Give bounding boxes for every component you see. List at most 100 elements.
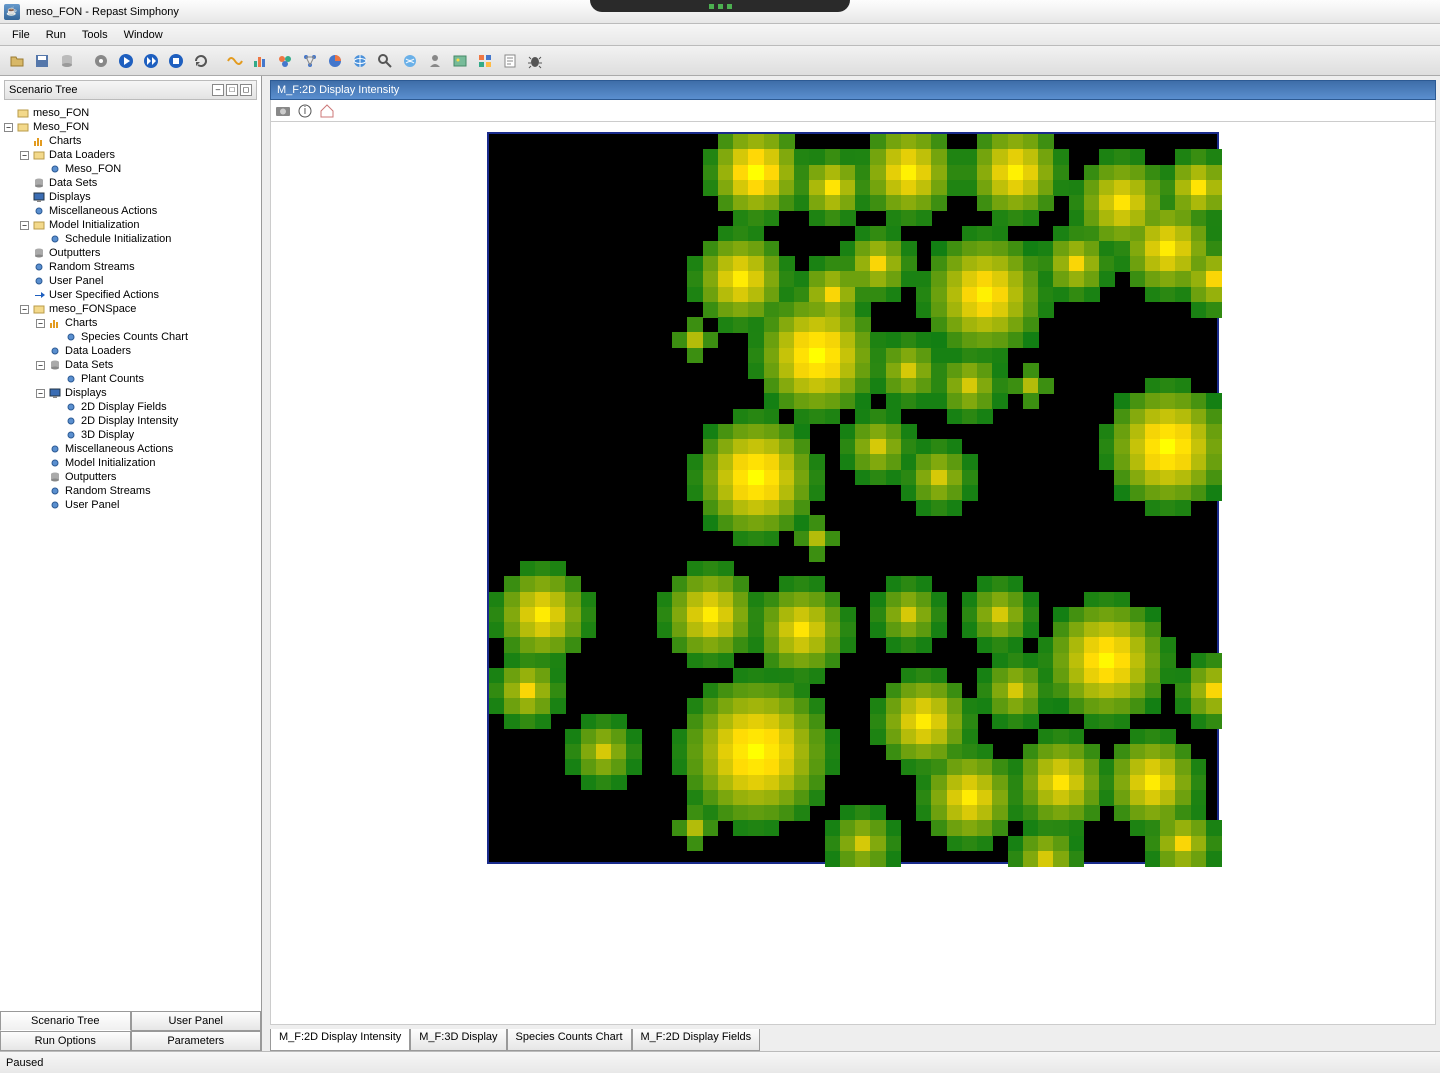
- tree-item[interactable]: −Charts: [4, 316, 259, 330]
- open-icon[interactable]: [6, 50, 28, 72]
- play-icon[interactable]: [115, 50, 137, 72]
- tree-item[interactable]: −Data Sets: [4, 358, 259, 372]
- minimize-icon[interactable]: ‒: [212, 84, 224, 96]
- menubar: File Run Tools Window: [0, 24, 1440, 46]
- tree-item[interactable]: Displays: [4, 190, 259, 204]
- tree-item[interactable]: −meso_FONSpace: [4, 302, 259, 316]
- tree-item[interactable]: User Panel: [4, 498, 259, 512]
- statusbar: Paused: [0, 1051, 1440, 1073]
- tree-item[interactable]: −Data Loaders: [4, 148, 259, 162]
- tree-label: Data Sets: [49, 176, 97, 190]
- tree-item[interactable]: Species Counts Chart: [4, 330, 259, 344]
- reset-icon[interactable]: [190, 50, 212, 72]
- search-icon[interactable]: [374, 50, 396, 72]
- scenario-tree[interactable]: meso_FON−Meso_FONCharts−Data LoadersMeso…: [0, 104, 261, 1011]
- tree-item[interactable]: Meso_FON: [4, 162, 259, 176]
- tree-item[interactable]: Outputters: [4, 246, 259, 260]
- expander-icon[interactable]: −: [36, 389, 45, 398]
- globe-icon[interactable]: [349, 50, 371, 72]
- db-icon: [32, 177, 46, 189]
- tree-item[interactable]: Random Streams: [4, 484, 259, 498]
- intensity-display[interactable]: [487, 132, 1219, 864]
- window-title: meso_FON - Repast Simphony: [26, 6, 179, 18]
- doc-icon[interactable]: [499, 50, 521, 72]
- camera-icon[interactable]: [275, 103, 291, 119]
- expander-icon[interactable]: −: [20, 305, 29, 314]
- tree-item[interactable]: − Displays: [4, 386, 259, 400]
- info-icon[interactable]: i: [297, 103, 313, 119]
- tree-item[interactable]: meso_FON: [4, 106, 259, 120]
- tree-item[interactable]: Data Sets: [4, 176, 259, 190]
- tree-item[interactable]: 2D Display Fields: [4, 400, 259, 414]
- tree-item[interactable]: 3D Display: [4, 428, 259, 442]
- tree-item[interactable]: Schedule Initialization: [4, 232, 259, 246]
- expander-icon[interactable]: −: [20, 221, 29, 230]
- bullet-icon: [48, 233, 62, 245]
- java-icon: ☕: [4, 4, 20, 20]
- tree-label: Outputters: [65, 470, 116, 484]
- home-icon[interactable]: [319, 103, 335, 119]
- init-icon[interactable]: [90, 50, 112, 72]
- tree-item[interactable]: Random Streams: [4, 260, 259, 274]
- tab-3d-display[interactable]: M_F:3D Display: [410, 1029, 506, 1051]
- tab-run-options[interactable]: Run Options: [0, 1031, 131, 1051]
- menu-file[interactable]: File: [4, 27, 38, 43]
- tree-item[interactable]: Charts: [4, 134, 259, 148]
- tab-2d-fields[interactable]: M_F:2D Display Fields: [632, 1029, 761, 1051]
- restore-icon[interactable]: □: [226, 84, 238, 96]
- tree-label: 2D Display Intensity: [81, 414, 178, 428]
- expander-icon[interactable]: −: [4, 123, 13, 132]
- bug-icon[interactable]: [524, 50, 546, 72]
- image-icon[interactable]: [449, 50, 471, 72]
- bullet-icon: [64, 415, 78, 427]
- titlebar: ☕ meso_FON - Repast Simphony: [0, 0, 1440, 24]
- step-icon[interactable]: [140, 50, 162, 72]
- globe2-icon[interactable]: [399, 50, 421, 72]
- expander-icon[interactable]: −: [20, 151, 29, 160]
- db-icon: [48, 471, 62, 483]
- tree-item[interactable]: − Model Initialization: [4, 218, 259, 232]
- menu-window[interactable]: Window: [116, 27, 171, 43]
- tree-item[interactable]: Miscellaneous Actions: [4, 204, 259, 218]
- tree-label: Outputters: [49, 246, 100, 260]
- tree-item[interactable]: User Specified Actions: [4, 288, 259, 302]
- maximize-icon[interactable]: ◻: [240, 84, 252, 96]
- tree-item[interactable]: − Meso_FON: [4, 120, 259, 134]
- pie-icon[interactable]: [324, 50, 346, 72]
- tree-item[interactable]: Miscellaneous Actions: [4, 442, 259, 456]
- person-icon[interactable]: [424, 50, 446, 72]
- tree-label: Plant Counts: [81, 372, 144, 386]
- expander-icon[interactable]: −: [36, 361, 45, 370]
- tree-item[interactable]: Outputters: [4, 470, 259, 484]
- network-icon[interactable]: [299, 50, 321, 72]
- tab-user-panel[interactable]: User Panel: [131, 1011, 262, 1031]
- menu-tools[interactable]: Tools: [74, 27, 116, 43]
- chart-wave-icon[interactable]: [224, 50, 246, 72]
- database-icon[interactable]: [56, 50, 78, 72]
- tab-parameters[interactable]: Parameters: [131, 1031, 262, 1051]
- chart-bar-icon[interactable]: [249, 50, 271, 72]
- save-icon[interactable]: [31, 50, 53, 72]
- display-toolbar: i: [270, 100, 1436, 122]
- tree-item[interactable]: Plant Counts: [4, 372, 259, 386]
- tree-item[interactable]: Model Initialization: [4, 456, 259, 470]
- menu-run[interactable]: Run: [38, 27, 74, 43]
- scenario-panel: Scenario Tree ‒ □ ◻ meso_FON−Meso_FONCha…: [0, 76, 262, 1051]
- grid-icon[interactable]: [474, 50, 496, 72]
- bullet-icon: [48, 443, 62, 455]
- agents-icon[interactable]: [274, 50, 296, 72]
- tree-label: Displays: [65, 386, 107, 400]
- tree-label: User Specified Actions: [49, 288, 159, 302]
- tree-label: Model Initialization: [49, 218, 140, 232]
- tab-scenario-tree[interactable]: Scenario Tree: [0, 1011, 131, 1031]
- tree-item[interactable]: 2D Display Intensity: [4, 414, 259, 428]
- expander-icon[interactable]: −: [36, 319, 45, 328]
- tree-label: Meso_FON: [33, 120, 89, 134]
- tree-item[interactable]: User Panel: [4, 274, 259, 288]
- display-panel: M_F:2D Display Intensity i M_F:2D Displa…: [262, 76, 1440, 1051]
- tab-species-chart[interactable]: Species Counts Chart: [507, 1029, 632, 1051]
- tab-2d-intensity[interactable]: M_F:2D Display Intensity: [270, 1029, 410, 1051]
- tree-item[interactable]: Data Loaders: [4, 344, 259, 358]
- folder-icon: [32, 303, 46, 315]
- stop-icon[interactable]: [165, 50, 187, 72]
